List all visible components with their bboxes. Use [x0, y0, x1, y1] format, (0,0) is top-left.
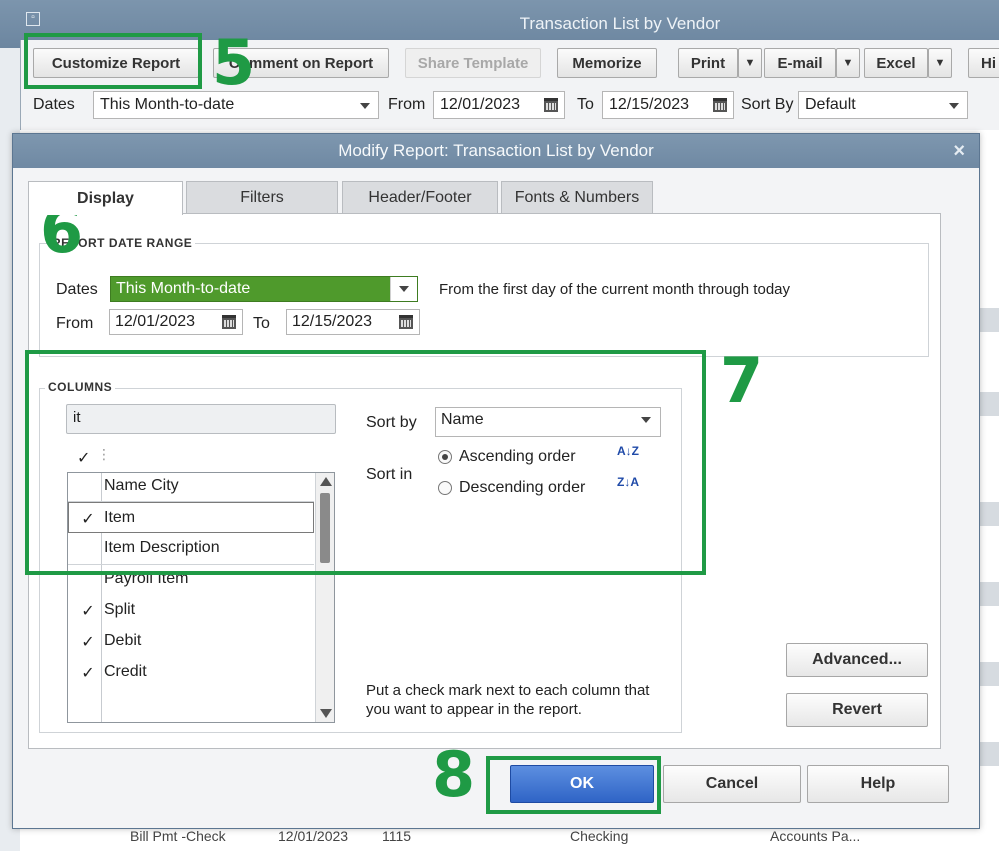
column-item[interactable]: ✓ Debit — [68, 626, 314, 657]
step-5-highlight — [24, 33, 202, 89]
to-date-field[interactable]: 12/15/2023 — [602, 91, 734, 119]
dialog-dates-select[interactable]: This Month-to-date — [110, 276, 418, 302]
calendar-icon[interactable] — [544, 98, 558, 112]
report-cell-num: 1115 — [382, 828, 412, 844]
print-button[interactable]: Print — [678, 48, 738, 78]
tab-filters[interactable]: Filters — [186, 181, 338, 214]
excel-button[interactable]: Excel — [864, 48, 928, 78]
column-checkmark[interactable]: ✓ — [78, 601, 98, 621]
email-button[interactable]: E-mail — [764, 48, 836, 78]
step-8-number: 8 — [432, 738, 476, 811]
print-dropdown-icon[interactable]: ▼ — [738, 48, 762, 78]
column-checkmark[interactable]: ✓ — [78, 663, 98, 683]
scroll-down-icon[interactable] — [320, 709, 332, 718]
dialog-from-date-value: 12/01/2023 — [115, 313, 196, 330]
tab-display[interactable]: Display — [28, 181, 183, 215]
chevron-down-icon — [949, 103, 959, 109]
dialog-dates-value: This Month-to-date — [116, 280, 251, 297]
dialog-dates-label: Dates — [56, 281, 98, 298]
columns-hint: Put a check mark next to each column tha… — [366, 682, 650, 718]
dates-label: Dates — [33, 96, 75, 113]
email-dropdown-icon[interactable]: ▼ — [836, 48, 860, 78]
from-label: From — [388, 96, 426, 113]
report-cell-account: Checking — [570, 828, 629, 844]
from-date-field[interactable]: 12/01/2023 — [433, 91, 565, 119]
close-icon[interactable]: × — [953, 140, 965, 163]
to-date-value: 12/15/2023 — [609, 96, 690, 113]
dialog-to-date-value: 12/15/2023 — [292, 313, 373, 330]
report-cell-split: Accounts Pa... — [770, 828, 861, 844]
dialog-title: Modify Report: Transaction List by Vendo… — [13, 134, 979, 168]
column-item-label: Credit — [104, 663, 147, 680]
chevron-down-icon — [390, 277, 417, 301]
memorize-button[interactable]: Memorize — [557, 48, 657, 78]
sort-by-label: Sort By — [741, 96, 794, 113]
cancel-button[interactable]: Cancel — [663, 765, 801, 803]
step-7-highlight — [25, 350, 706, 575]
excel-dropdown-icon[interactable]: ▼ — [928, 48, 952, 78]
revert-button[interactable]: Revert — [786, 693, 928, 727]
share-template-button: Share Template — [405, 48, 541, 78]
step-5-number: 5 — [212, 26, 256, 99]
calendar-icon[interactable] — [222, 315, 236, 329]
step-8-highlight — [486, 756, 661, 814]
report-cell-date: 12/01/2023 — [278, 828, 349, 844]
dialog-from-date-field[interactable]: 12/01/2023 — [109, 309, 243, 335]
calendar-icon[interactable] — [713, 98, 727, 112]
advanced-button[interactable]: Advanced... — [786, 643, 928, 677]
to-label: To — [577, 96, 594, 113]
date-range-description: From the first day of the current month … — [439, 281, 791, 298]
hide-header-button[interactable]: Hi — [968, 48, 999, 78]
dialog-to-label: To — [253, 315, 270, 332]
column-item-label: Debit — [104, 632, 142, 649]
help-button[interactable]: Help — [807, 765, 949, 803]
report-filter-row: Dates This Month-to-date From 12/01/2023… — [21, 90, 999, 120]
column-item[interactable]: ✓ Split — [68, 595, 314, 626]
report-cell-type: Bill Pmt -Check — [130, 828, 226, 844]
chevron-down-icon — [360, 103, 370, 109]
step-7-number: 7 — [720, 344, 764, 417]
sort-by-value: Default — [805, 96, 856, 113]
tab-fonts-numbers[interactable]: Fonts & Numbers — [501, 181, 653, 214]
column-checkmark[interactable]: ✓ — [78, 632, 98, 652]
window-title: Transaction List by Vendor — [519, 14, 721, 33]
tab-header-footer[interactable]: Header/Footer — [342, 181, 498, 214]
dialog-to-date-field[interactable]: 12/15/2023 — [286, 309, 420, 335]
sort-by-select[interactable]: Default — [798, 91, 968, 119]
column-item[interactable]: ✓ Credit — [68, 657, 314, 688]
dialog-from-label: From — [56, 315, 94, 332]
from-date-value: 12/01/2023 — [440, 96, 521, 113]
calendar-icon[interactable] — [399, 315, 413, 329]
column-item-label: Split — [104, 601, 136, 618]
